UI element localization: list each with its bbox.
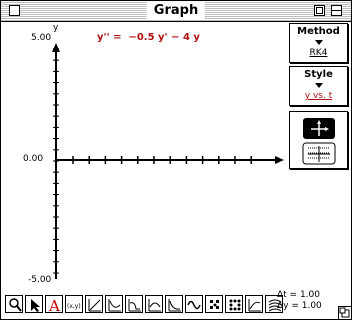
delta-t-value: Δt = 1.00 [277, 290, 320, 300]
xy-readout-icon[interactable]: (x,y) [65, 295, 83, 313]
style-title: Style [304, 69, 333, 80]
text-tool-letter: A [48, 297, 60, 313]
method-selector[interactable]: Method RK4 [289, 23, 348, 63]
title-bar[interactable]: Graph [1, 1, 351, 22]
y-max-label: 5.00 [31, 33, 52, 43]
zoom-curve-icon[interactable] [245, 295, 263, 313]
scatter-icon[interactable] [225, 295, 243, 313]
method-value: RK4 [309, 48, 328, 58]
wave-icon[interactable] [185, 295, 203, 313]
resize-handle[interactable] [338, 306, 351, 319]
style-value: y vs. t [304, 91, 333, 101]
step-sizes: Δt = 1.00 Δy = 1.00 [277, 290, 322, 312]
direction-field-icon[interactable] [145, 295, 163, 313]
axes-view-icon[interactable] [303, 118, 335, 139]
curve-slope-icon[interactable] [165, 295, 183, 313]
y-axis-arrow [52, 43, 60, 52]
phase-grid-icon[interactable] [302, 142, 336, 165]
solution-curve-icon[interactable] [105, 295, 123, 313]
chevron-down-icon [314, 83, 323, 88]
magnify-icon[interactable] [5, 295, 23, 313]
graph-window: Graph y 5.00 0.00 -5.00 y'' = −0.5 y' − … [0, 0, 352, 320]
window-title: Graph [146, 2, 206, 20]
close-box[interactable] [9, 5, 20, 16]
line-tool-icon[interactable] [85, 295, 103, 313]
dots-icon[interactable] [205, 295, 223, 313]
y-min-label: -5.00 [28, 275, 52, 285]
y-axis-label: y [53, 23, 59, 33]
view-mode-panel [289, 111, 348, 169]
collapse-box[interactable] [331, 5, 342, 16]
x-axis-arrow [275, 156, 284, 164]
y-zero-label: 0.00 [23, 154, 44, 164]
equation-label: y'' = −0.5 y' − 4 y [97, 32, 200, 43]
pointer-icon[interactable] [25, 295, 43, 313]
chevron-down-icon [314, 40, 323, 45]
style-selector[interactable]: Style y vs. t [289, 66, 348, 106]
delta-y-value: Δy = 1.00 [277, 301, 322, 311]
xy-tool-label: (x,y) [67, 303, 81, 310]
plot-area[interactable] [1, 22, 285, 290]
y-ticks [53, 48, 59, 274]
slope-field-icon[interactable] [125, 295, 143, 313]
text-a-icon[interactable]: A [45, 295, 63, 313]
method-title: Method [297, 26, 340, 37]
zoom-box[interactable] [314, 5, 325, 16]
